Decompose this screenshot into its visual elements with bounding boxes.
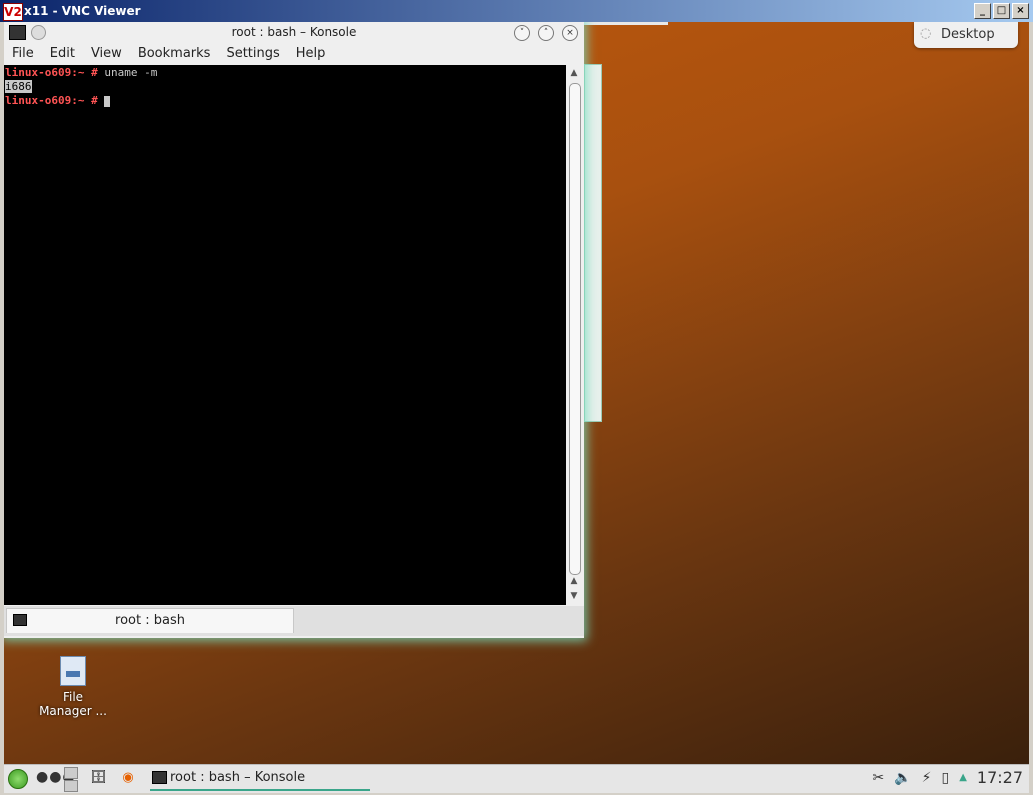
- tray-expand-arrow-icon[interactable]: ▲: [959, 772, 967, 783]
- terminal-scrollbar[interactable]: ▲ ▲ ▼: [566, 65, 582, 605]
- taskbar: ●●● 🗄 ◉ root : bash – Konsole ✂ 🔈 ⚡ ▯ ▲ …: [4, 764, 1029, 793]
- scrollbar-thumb[interactable]: [569, 83, 581, 575]
- konsole-minimize-button[interactable]: ˅: [514, 25, 530, 41]
- tab-root-bash[interactable]: root : bash: [6, 608, 294, 633]
- vnc-logo-icon: V2: [3, 3, 23, 21]
- menu-file[interactable]: File: [4, 44, 42, 65]
- menu-bar: File Edit View Bookmarks Settings Help: [4, 44, 584, 65]
- file-manager-label-line1: File: [62, 690, 84, 704]
- konsole-maximize-button[interactable]: ˄: [538, 25, 554, 41]
- volume-icon[interactable]: 🔈: [894, 770, 911, 786]
- menu-help[interactable]: Help: [288, 44, 334, 65]
- selected-output: i686: [5, 80, 32, 93]
- scroll-up-arrow-icon[interactable]: ▲: [568, 67, 580, 79]
- system-tray: ✂ 🔈 ⚡ ▯ ▲ 17:27: [872, 768, 1023, 787]
- tab-bar: root : bash: [4, 606, 584, 636]
- desktop-toolbox-button[interactable]: ◌ Desktop: [914, 22, 1018, 48]
- shell-prompt: linux-o609:~ #: [5, 94, 98, 107]
- scroll-up-arrow-icon[interactable]: ▲: [568, 575, 580, 587]
- menu-bookmarks[interactable]: Bookmarks: [130, 44, 219, 65]
- terminal-task-icon: [152, 771, 167, 784]
- terminal-line: linux-o609:~ #: [5, 94, 565, 108]
- file-manager-label-line2: Manager ...: [39, 704, 107, 718]
- text-cursor: [104, 95, 111, 107]
- task-label: root : bash – Konsole: [170, 770, 306, 785]
- vnc-window: V2 x11 - VNC Viewer _ □ × ◌ Desktop File…: [0, 0, 1033, 795]
- konsole-window: root : bash – Konsole ˅ ˄ × File Edit Vi…: [4, 22, 584, 638]
- file-cabinet-icon: [60, 656, 86, 686]
- background-window-edge: [584, 64, 602, 422]
- terminal-line: linux-o609:~ # uname -m: [5, 66, 565, 80]
- taskbar-task-konsole[interactable]: root : bash – Konsole: [150, 767, 370, 791]
- klipper-clipboard-icon[interactable]: ✂: [872, 770, 884, 786]
- konsole-titlebar[interactable]: root : bash – Konsole ˅ ˄ ×: [4, 22, 584, 44]
- close-button[interactable]: ×: [1012, 3, 1029, 19]
- menu-view[interactable]: View: [83, 44, 130, 65]
- file-manager-launcher-icon[interactable]: 🗄: [90, 770, 107, 786]
- cashew-icon: ◌: [920, 26, 932, 41]
- firefox-icon[interactable]: ◉: [120, 770, 136, 786]
- vnc-titlebar[interactable]: V2 x11 - VNC Viewer _ □ ×: [0, 0, 1033, 22]
- terminal-area[interactable]: linux-o609:~ # uname -m i686 linux-o609:…: [4, 65, 566, 605]
- vnc-window-title: x11 - VNC Viewer: [24, 4, 141, 18]
- tab-label: root : bash: [115, 613, 185, 628]
- menu-settings[interactable]: Settings: [218, 44, 287, 65]
- application-launcher-icon[interactable]: [8, 769, 28, 789]
- command-text: uname -m: [97, 66, 158, 79]
- scroll-down-arrow-icon[interactable]: ▼: [568, 590, 580, 602]
- konsole-title: root : bash – Konsole: [231, 25, 357, 39]
- desktop[interactable]: ◌ Desktop File Manager ... root : bash –…: [4, 22, 1029, 764]
- battery-icon[interactable]: ▯: [941, 770, 949, 786]
- konsole-close-button[interactable]: ×: [562, 25, 578, 41]
- terminal-line: i686: [5, 80, 565, 94]
- menu-edit[interactable]: Edit: [42, 44, 83, 65]
- maximize-button[interactable]: □: [993, 3, 1010, 19]
- clock[interactable]: 17:27: [977, 768, 1023, 787]
- desktop-button-label: Desktop: [941, 27, 995, 42]
- shell-prompt: linux-o609:~ #: [5, 66, 98, 79]
- desktop-pager[interactable]: [64, 767, 78, 792]
- minimize-button[interactable]: _: [974, 3, 991, 19]
- file-manager-desktop-icon[interactable]: File Manager ...: [28, 656, 118, 718]
- network-icon[interactable]: ⚡: [922, 770, 932, 786]
